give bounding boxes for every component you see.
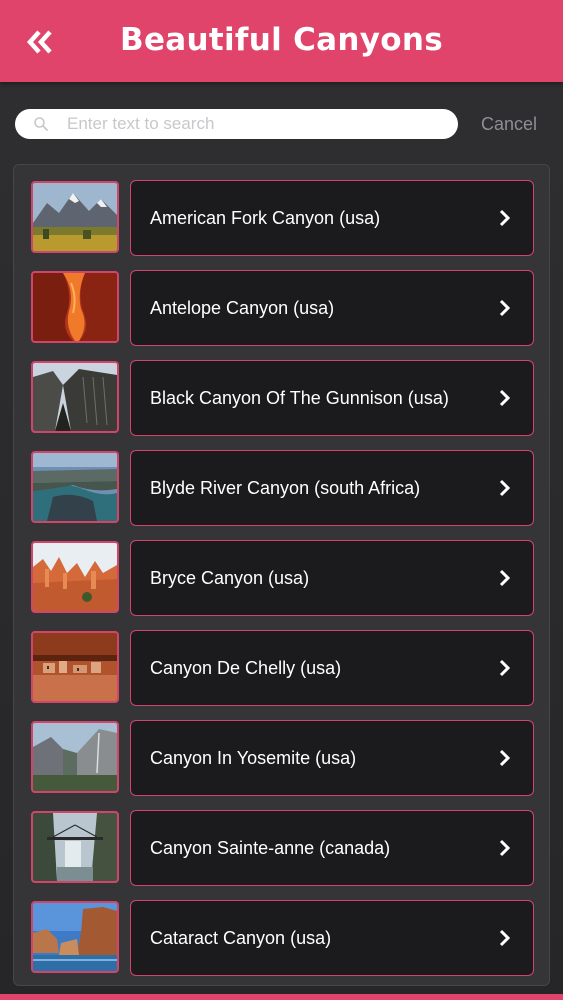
list-item-button[interactable]: Antelope Canyon (usa) bbox=[130, 270, 534, 346]
chevron-right-icon bbox=[499, 389, 511, 407]
canyon-thumbnail[interactable] bbox=[31, 361, 119, 433]
waterfall-bridge-photo bbox=[33, 813, 117, 881]
list-item-label: Black Canyon Of The Gunnison (usa) bbox=[150, 388, 449, 408]
list-item-label: Canyon De Chelly (usa) bbox=[150, 658, 342, 678]
list-item-label: Blyde River Canyon (south Africa) bbox=[150, 478, 421, 498]
list-item: Bryce Canyon (usa) bbox=[31, 540, 535, 616]
cancel-button[interactable]: Cancel bbox=[481, 114, 537, 135]
canyon-thumbnail[interactable] bbox=[31, 181, 119, 253]
chevron-right-icon bbox=[499, 839, 511, 857]
list-item: Canyon Sainte-anne (canada) bbox=[31, 810, 535, 886]
river-canyon-photo bbox=[33, 453, 117, 521]
canyon-list[interactable]: American Fork Canyon (usa) Antelope Cany… bbox=[13, 164, 550, 986]
canyon-thumbnail[interactable] bbox=[31, 541, 119, 613]
list-item: Blyde River Canyon (south Africa) bbox=[31, 450, 535, 526]
list-item: American Fork Canyon (usa) bbox=[31, 180, 535, 256]
chevron-right-icon bbox=[499, 749, 511, 767]
canyon-thumbnail[interactable] bbox=[31, 901, 119, 973]
search-bar: Cancel bbox=[0, 108, 563, 140]
river-cliffs-photo bbox=[33, 903, 117, 971]
list-item: Canyon In Yosemite (usa) bbox=[31, 720, 535, 796]
app-screen: Beautiful Canyons Cancel bbox=[0, 0, 563, 1000]
list-item-label: Antelope Canyon (usa) bbox=[150, 298, 335, 318]
list-item-button[interactable]: Black Canyon Of The Gunnison (usa) bbox=[130, 360, 534, 436]
header-bar: Beautiful Canyons bbox=[0, 0, 563, 82]
list-item-button[interactable]: Blyde River Canyon (south Africa) bbox=[130, 450, 534, 526]
list-item-button[interactable]: Canyon Sainte-anne (canada) bbox=[130, 810, 534, 886]
chevron-right-icon bbox=[499, 929, 511, 947]
list-item: Cataract Canyon (usa) bbox=[31, 900, 535, 976]
canyon-thumbnail[interactable] bbox=[31, 811, 119, 883]
chevron-right-icon bbox=[499, 209, 511, 227]
bottom-accent-bar bbox=[0, 994, 563, 1000]
search-field[interactable] bbox=[15, 109, 458, 139]
valley-photo bbox=[33, 723, 117, 791]
list-item-label: Cataract Canyon (usa) bbox=[150, 928, 332, 948]
chevron-right-icon bbox=[499, 479, 511, 497]
chevron-right-icon bbox=[499, 569, 511, 587]
search-icon bbox=[34, 117, 48, 131]
list-item: Canyon De Chelly (usa) bbox=[31, 630, 535, 706]
list-item: Antelope Canyon (usa) bbox=[31, 270, 535, 346]
list-item-button[interactable]: Bryce Canyon (usa) bbox=[130, 540, 534, 616]
gorge-photo bbox=[33, 363, 117, 431]
canyon-thumbnail[interactable] bbox=[31, 631, 119, 703]
chevron-right-icon bbox=[499, 659, 511, 677]
canyon-thumbnail[interactable] bbox=[31, 451, 119, 523]
list-item-button[interactable]: Cataract Canyon (usa) bbox=[130, 900, 534, 976]
list-item-button[interactable]: American Fork Canyon (usa) bbox=[130, 180, 534, 256]
list-item-label: Canyon In Yosemite (usa) bbox=[150, 748, 357, 768]
mountain-photo bbox=[33, 183, 117, 251]
chevron-right-icon bbox=[499, 299, 511, 317]
list-item-label: American Fork Canyon (usa) bbox=[150, 208, 381, 228]
hoodoos-photo bbox=[33, 543, 117, 611]
list-item-label: Canyon Sainte-anne (canada) bbox=[150, 838, 391, 858]
cliff-dwelling-photo bbox=[33, 633, 117, 701]
list-item-button[interactable]: Canyon In Yosemite (usa) bbox=[130, 720, 534, 796]
list-item-label: Bryce Canyon (usa) bbox=[150, 568, 310, 588]
search-input[interactable] bbox=[67, 109, 447, 139]
list-item-button[interactable]: Canyon De Chelly (usa) bbox=[130, 630, 534, 706]
canyon-thumbnail[interactable] bbox=[31, 271, 119, 343]
slot-canyon-photo bbox=[33, 273, 117, 341]
canyon-thumbnail[interactable] bbox=[31, 721, 119, 793]
list-item: Black Canyon Of The Gunnison (usa) bbox=[31, 360, 535, 436]
page-title: Beautiful Canyons bbox=[120, 22, 443, 58]
